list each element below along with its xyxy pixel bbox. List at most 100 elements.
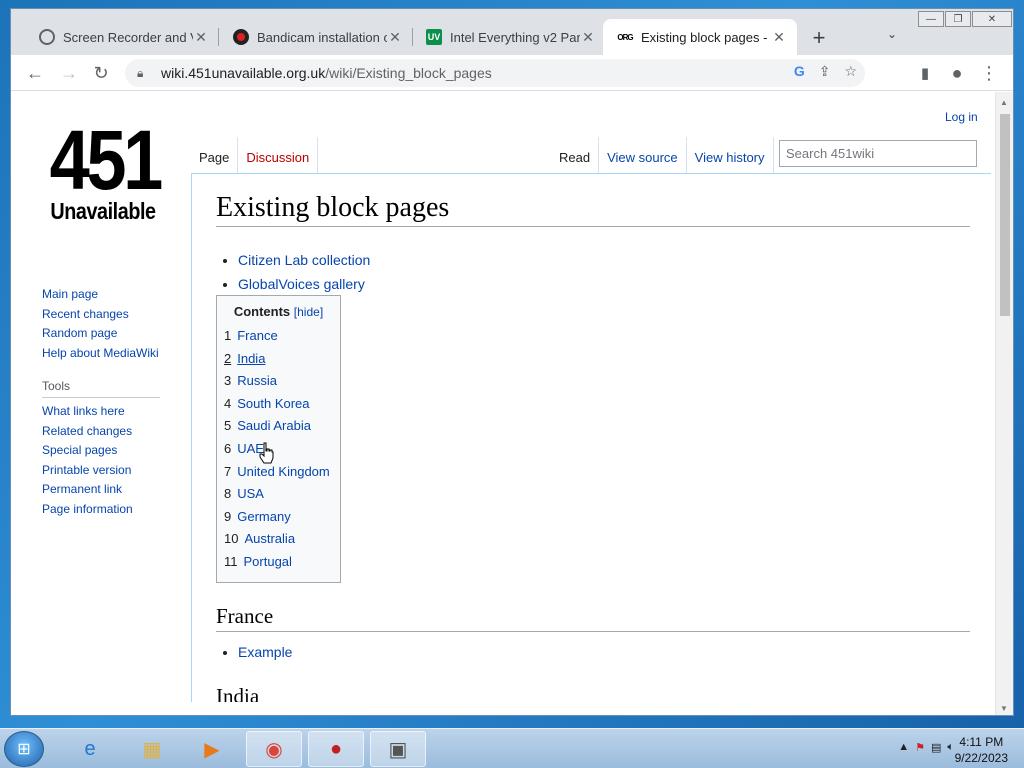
globalvoices-link[interactable]: GlobalVoices gallery — [238, 276, 365, 292]
toc-number: 6 — [224, 440, 232, 456]
address-bar[interactable]: 🔒︎ wiki.451unavailable.org.uk/wiki/Exist… — [125, 59, 865, 87]
browser-toolbar: ← → ↻ 🔒︎ wiki.451unavailable.org.uk/wiki… — [11, 55, 1013, 91]
citizen-lab-link[interactable]: Citizen Lab collection — [238, 252, 370, 268]
media-player-icon[interactable]: ▶ — [184, 731, 240, 767]
globe-icon — [39, 29, 55, 45]
toc-link[interactable]: Saudi Arabia — [237, 418, 311, 433]
bookmark-star-icon[interactable]: ☆ — [844, 63, 857, 80]
toc-link[interactable]: Russia — [237, 373, 277, 388]
toc-entry[interactable]: 1 France — [224, 325, 333, 348]
page-scrollbar[interactable]: ▲ ▼ — [995, 92, 1013, 715]
browser-tab-active[interactable]: ORG Existing block pages - 4 ✕ — [603, 19, 797, 55]
toc-entry[interactable]: 7 United Kingdom — [224, 461, 333, 484]
toc-entry[interactable]: 5 Saudi Arabia — [224, 415, 333, 438]
close-icon[interactable]: ✕ — [193, 29, 209, 46]
content-area: Existing block pages Citizen Lab collect… — [191, 173, 991, 702]
clock-date: 9/22/2023 — [954, 751, 1008, 765]
minimize-icon[interactable]: — — [918, 11, 944, 27]
sidebar-item-special-pages[interactable]: Special pages — [42, 441, 192, 461]
side-panel-icon[interactable]: ▮ — [913, 61, 937, 85]
view-tabs: Read View source View history — [551, 137, 774, 173]
new-tab-button[interactable]: + — [807, 25, 831, 51]
sidebar-item-related-changes[interactable]: Related changes — [42, 422, 192, 442]
scrollbar-thumb[interactable] — [1000, 114, 1010, 316]
toc-number: 5 — [224, 418, 232, 434]
tab-search-icon[interactable]: ⌄ — [887, 27, 897, 41]
tab-page[interactable]: Page — [191, 137, 239, 173]
sidebar-item-printable-version[interactable]: Printable version — [42, 461, 192, 481]
toc-entry[interactable]: 6 UAE — [224, 438, 333, 461]
app-window-icon[interactable]: ▣ — [370, 731, 426, 767]
google-icon[interactable]: G — [794, 63, 805, 80]
logo-number: 451 — [49, 113, 164, 207]
volume-icon[interactable]: 🔈︎ — [947, 741, 954, 754]
browser-tab[interactable]: Bandicam installation co ✕ — [219, 19, 413, 55]
site-logo[interactable]: 451 Unavailable — [41, 113, 165, 224]
toc-link[interactable]: Germany — [237, 509, 290, 524]
toc-link[interactable]: Australia — [244, 531, 295, 546]
file-explorer-icon[interactable]: ▦ — [124, 731, 180, 767]
toc-entry[interactable]: 10 Australia — [224, 528, 333, 551]
toc-hide-link[interactable]: [hide] — [294, 305, 323, 319]
close-window-icon[interactable]: ✕ — [972, 11, 1012, 27]
browser-tab[interactable]: UV Intel Everything v2 Part ✕ — [412, 19, 606, 55]
tab-view-source[interactable]: View source — [599, 137, 687, 173]
toc-link[interactable]: India — [237, 351, 265, 366]
network-icon[interactable]: ▤ — [931, 741, 941, 754]
sidebar-item-page-information[interactable]: Page information — [42, 500, 192, 520]
profile-avatar-icon[interactable]: ● — [945, 61, 969, 85]
toc-link[interactable]: Portugal — [244, 554, 292, 569]
close-icon[interactable]: ✕ — [771, 29, 787, 46]
sidebar-item-help[interactable]: Help about MediaWiki — [42, 344, 192, 364]
toc-entry[interactable]: 2 India — [224, 348, 333, 371]
toc-entry[interactable]: 4 South Korea — [224, 393, 333, 416]
system-clock[interactable]: 4:11 PM 9/22/2023 — [955, 734, 1008, 766]
section-heading-france: France — [216, 604, 970, 632]
sidebar-item-recent-changes[interactable]: Recent changes — [42, 305, 192, 325]
show-hidden-icons-icon[interactable]: ▲ — [898, 741, 909, 754]
toc-number: 9 — [224, 508, 232, 524]
toc-link[interactable]: USA — [237, 486, 264, 501]
chrome-icon[interactable]: ◉ — [246, 731, 302, 767]
internet-explorer-icon[interactable]: e — [62, 731, 118, 767]
toc-entry[interactable]: 9 Germany — [224, 506, 333, 529]
action-center-icon[interactable]: ⚑ — [915, 741, 925, 754]
url-host: wiki.451unavailable.org.uk — [161, 65, 326, 81]
menu-kebab-icon[interactable]: ⋮ — [977, 61, 1001, 85]
reload-icon[interactable]: ↻ — [89, 61, 113, 85]
bandicam-icon[interactable]: ● — [308, 731, 364, 767]
login-link[interactable]: Log in — [945, 110, 978, 124]
toc-number: 3 — [224, 373, 232, 389]
toc-entry[interactable]: 3 Russia — [224, 370, 333, 393]
scroll-down-icon[interactable]: ▼ — [1000, 704, 1008, 713]
maximize-icon[interactable]: ❐ — [945, 11, 971, 27]
tab-title: Bandicam installation co — [257, 29, 387, 45]
example-link[interactable]: Example — [238, 644, 292, 660]
sidebar-item-what-links-here[interactable]: What links here — [42, 402, 192, 422]
back-icon[interactable]: ← — [23, 61, 47, 85]
browser-tab[interactable]: Screen Recorder and Vid ✕ — [25, 19, 219, 55]
tab-read[interactable]: Read — [551, 137, 600, 173]
toc-link[interactable]: France — [237, 328, 277, 343]
tab-discussion[interactable]: Discussion — [238, 137, 319, 173]
sidebar-item-permanent-link[interactable]: Permanent link — [42, 480, 192, 500]
sidebar-item-main-page[interactable]: Main page — [42, 285, 192, 305]
close-icon[interactable]: ✕ — [580, 29, 596, 46]
toc-link[interactable]: South Korea — [237, 396, 309, 411]
tools-heading: Tools — [42, 379, 160, 398]
start-button[interactable]: ⊞ — [4, 731, 44, 767]
toc-link[interactable]: United Kingdom — [237, 464, 330, 479]
forward-icon[interactable]: → — [57, 61, 81, 85]
orc-icon: ORG — [617, 32, 633, 42]
toc-entry[interactable]: 11 Portugal — [224, 551, 333, 574]
search-input[interactable]: Search 451wiki — [779, 140, 977, 167]
lock-icon[interactable]: 🔒︎ — [137, 66, 151, 81]
list-item: GlobalVoices gallery — [238, 272, 370, 296]
sidebar-item-random-page[interactable]: Random page — [42, 324, 192, 344]
tab-view-history[interactable]: View history — [687, 137, 774, 173]
toc-entry[interactable]: 8 USA — [224, 483, 333, 506]
toc-header: Contents [hide] — [224, 304, 333, 319]
scroll-up-icon[interactable]: ▲ — [1000, 98, 1008, 107]
share-icon[interactable]: ⇪ — [819, 63, 831, 80]
close-icon[interactable]: ✕ — [387, 29, 403, 46]
